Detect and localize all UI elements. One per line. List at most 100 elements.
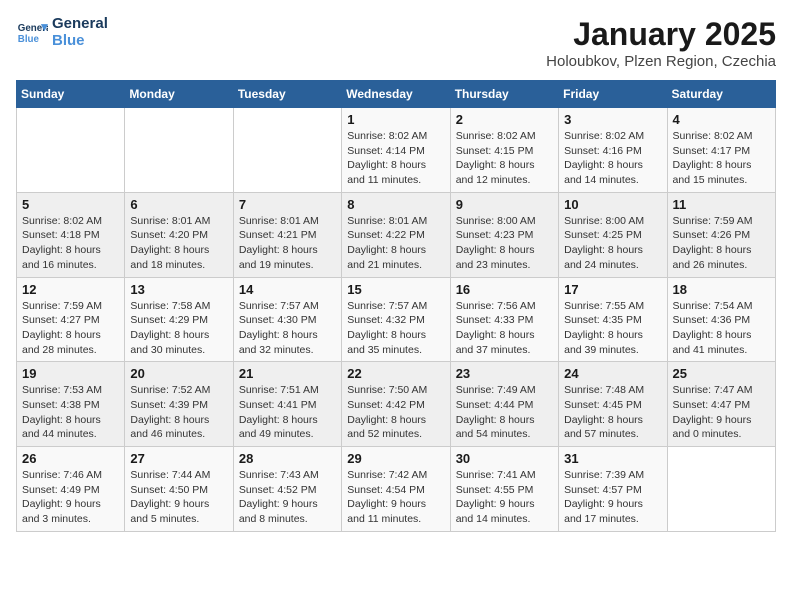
day-number: 25 bbox=[673, 366, 770, 381]
day-info: Sunrise: 7:59 AMSunset: 4:27 PMDaylight:… bbox=[22, 299, 119, 358]
logo: General Blue General Blue bbox=[16, 16, 108, 49]
calendar-subtitle: Holoubkov, Plzen Region, Czechia bbox=[546, 53, 776, 70]
day-number: 4 bbox=[673, 112, 770, 127]
calendar-cell: 29Sunrise: 7:42 AMSunset: 4:54 PMDayligh… bbox=[342, 447, 450, 532]
day-info: Sunrise: 7:42 AMSunset: 4:54 PMDaylight:… bbox=[347, 468, 444, 527]
day-info: Sunrise: 7:43 AMSunset: 4:52 PMDaylight:… bbox=[239, 468, 336, 527]
calendar-cell: 10 Sunrise: 8:00 AMSunset: 4:25 PMDayligh… bbox=[559, 192, 667, 277]
day-number: 30 bbox=[456, 451, 553, 466]
day-info: Sunrise: 7:57 AMSunset: 4:32 PMDaylight:… bbox=[347, 299, 444, 358]
calendar-cell: 27 Sunrise: 7:44 AMSunset: 4:50 PMDayligh… bbox=[125, 447, 233, 532]
calendar-cell: 4 Sunrise: 8:02 AMSunset: 4:17 PMDaylight… bbox=[667, 108, 775, 193]
calendar-week-row: 19 Sunrise: 7:53 AMSunset: 4:38 PMDayligh… bbox=[17, 362, 776, 447]
calendar-table: SundayMondayTuesdayWednesdayThursdayFrid… bbox=[16, 80, 776, 532]
day-info: Sunrise: 8:02 AMSunset: 4:15 PMDaylight:… bbox=[456, 129, 553, 188]
calendar-cell: 21 Sunrise: 7:51 AMSunset: 4:41 PMDayligh… bbox=[233, 362, 341, 447]
day-number: 3 bbox=[564, 112, 661, 127]
calendar-cell: 25Sunrise: 7:47 AMSunset: 4:47 PMDayligh… bbox=[667, 362, 775, 447]
page-header: General Blue General Blue January 2025 H… bbox=[16, 16, 776, 70]
weekday-header: Thursday bbox=[450, 81, 558, 108]
calendar-cell bbox=[233, 108, 341, 193]
calendar-cell: 26 Sunrise: 7:46 AMSunset: 4:49 PMDayligh… bbox=[17, 447, 125, 532]
day-number: 26 bbox=[22, 451, 119, 466]
day-info: Sunrise: 7:44 AMSunset: 4:50 PMDaylight:… bbox=[130, 468, 227, 527]
calendar-cell: 3 Sunrise: 8:02 AMSunset: 4:16 PMDaylight… bbox=[559, 108, 667, 193]
day-info: Sunrise: 7:48 AMSunset: 4:45 PMDaylight:… bbox=[564, 383, 661, 442]
day-info: Sunrise: 7:52 AMSunset: 4:39 PMDaylight:… bbox=[130, 383, 227, 442]
day-number: 21 bbox=[239, 366, 336, 381]
day-info: Sunrise: 8:00 AMSunset: 4:23 PMDaylight:… bbox=[456, 214, 553, 273]
day-number: 14 bbox=[239, 282, 336, 297]
calendar-cell: 24Sunrise: 7:48 AMSunset: 4:45 PMDayligh… bbox=[559, 362, 667, 447]
day-info: Sunrise: 7:53 AMSunset: 4:38 PMDaylight:… bbox=[22, 383, 119, 442]
day-info: Sunrise: 8:02 AMSunset: 4:16 PMDaylight:… bbox=[564, 129, 661, 188]
day-info: Sunrise: 8:02 AMSunset: 4:17 PMDaylight:… bbox=[673, 129, 770, 188]
day-number: 11 bbox=[673, 197, 770, 212]
day-number: 2 bbox=[456, 112, 553, 127]
day-info: Sunrise: 7:41 AMSunset: 4:55 PMDaylight:… bbox=[456, 468, 553, 527]
day-info: Sunrise: 8:02 AMSunset: 4:18 PMDaylight:… bbox=[22, 214, 119, 273]
day-number: 23 bbox=[456, 366, 553, 381]
day-info: Sunrise: 7:57 AMSunset: 4:30 PMDaylight:… bbox=[239, 299, 336, 358]
day-number: 10 bbox=[564, 197, 661, 212]
calendar-cell: 30 Sunrise: 7:41 AMSunset: 4:55 PMDayligh… bbox=[450, 447, 558, 532]
calendar-cell bbox=[125, 108, 233, 193]
calendar-cell: 2 Sunrise: 8:02 AMSunset: 4:15 PMDaylight… bbox=[450, 108, 558, 193]
title-block: January 2025 Holoubkov, Plzen Region, Cz… bbox=[546, 16, 776, 70]
day-info: Sunrise: 7:56 AMSunset: 4:33 PMDaylight:… bbox=[456, 299, 553, 358]
day-info: Sunrise: 7:46 AMSunset: 4:49 PMDaylight:… bbox=[22, 468, 119, 527]
day-number: 12 bbox=[22, 282, 119, 297]
calendar-week-row: 26 Sunrise: 7:46 AMSunset: 4:49 PMDayligh… bbox=[17, 447, 776, 532]
calendar-cell: 7 Sunrise: 8:01 AMSunset: 4:21 PMDaylight… bbox=[233, 192, 341, 277]
day-info: Sunrise: 8:01 AMSunset: 4:21 PMDaylight:… bbox=[239, 214, 336, 273]
calendar-week-row: 12 Sunrise: 7:59 AMSunset: 4:27 PMDayligh… bbox=[17, 277, 776, 362]
calendar-cell bbox=[17, 108, 125, 193]
calendar-cell: 31 Sunrise: 7:39 AMSunset: 4:57 PMDayligh… bbox=[559, 447, 667, 532]
calendar-cell: 8 Sunrise: 8:01 AMSunset: 4:22 PMDaylight… bbox=[342, 192, 450, 277]
day-number: 19 bbox=[22, 366, 119, 381]
calendar-cell: 12 Sunrise: 7:59 AMSunset: 4:27 PMDayligh… bbox=[17, 277, 125, 362]
day-number: 31 bbox=[564, 451, 661, 466]
weekday-header: Sunday bbox=[17, 81, 125, 108]
day-info: Sunrise: 7:51 AMSunset: 4:41 PMDaylight:… bbox=[239, 383, 336, 442]
day-info: Sunrise: 7:39 AMSunset: 4:57 PMDaylight:… bbox=[564, 468, 661, 527]
weekday-header: Friday bbox=[559, 81, 667, 108]
svg-text:Blue: Blue bbox=[18, 33, 40, 44]
day-number: 17 bbox=[564, 282, 661, 297]
day-info: Sunrise: 7:49 AMSunset: 4:44 PMDaylight:… bbox=[456, 383, 553, 442]
day-info: Sunrise: 8:00 AMSunset: 4:25 PMDaylight:… bbox=[564, 214, 661, 273]
calendar-cell: 16Sunrise: 7:56 AMSunset: 4:33 PMDayligh… bbox=[450, 277, 558, 362]
logo-general: General bbox=[52, 16, 108, 33]
day-number: 8 bbox=[347, 197, 444, 212]
weekday-header: Saturday bbox=[667, 81, 775, 108]
day-info: Sunrise: 7:50 AMSunset: 4:42 PMDaylight:… bbox=[347, 383, 444, 442]
day-info: Sunrise: 8:02 AMSunset: 4:14 PMDaylight:… bbox=[347, 129, 444, 188]
day-number: 18 bbox=[673, 282, 770, 297]
calendar-cell: 23 Sunrise: 7:49 AMSunset: 4:44 PMDayligh… bbox=[450, 362, 558, 447]
day-number: 15 bbox=[347, 282, 444, 297]
day-number: 5 bbox=[22, 197, 119, 212]
weekday-header-row: SundayMondayTuesdayWednesdayThursdayFrid… bbox=[17, 81, 776, 108]
calendar-cell: 9 Sunrise: 8:00 AMSunset: 4:23 PMDaylight… bbox=[450, 192, 558, 277]
day-number: 9 bbox=[456, 197, 553, 212]
calendar-cell: 1Sunrise: 8:02 AMSunset: 4:14 PMDaylight… bbox=[342, 108, 450, 193]
calendar-cell: 11Sunrise: 7:59 AMSunset: 4:26 PMDayligh… bbox=[667, 192, 775, 277]
calendar-cell: 17 Sunrise: 7:55 AMSunset: 4:35 PMDayligh… bbox=[559, 277, 667, 362]
day-number: 13 bbox=[130, 282, 227, 297]
day-info: Sunrise: 8:01 AMSunset: 4:20 PMDaylight:… bbox=[130, 214, 227, 273]
calendar-cell: 20Sunrise: 7:52 AMSunset: 4:39 PMDayligh… bbox=[125, 362, 233, 447]
day-number: 6 bbox=[130, 197, 227, 212]
day-number: 27 bbox=[130, 451, 227, 466]
weekday-header: Monday bbox=[125, 81, 233, 108]
calendar-cell: 19 Sunrise: 7:53 AMSunset: 4:38 PMDayligh… bbox=[17, 362, 125, 447]
calendar-week-row: 1Sunrise: 8:02 AMSunset: 4:14 PMDaylight… bbox=[17, 108, 776, 193]
weekday-header: Wednesday bbox=[342, 81, 450, 108]
day-info: Sunrise: 7:54 AMSunset: 4:36 PMDaylight:… bbox=[673, 299, 770, 358]
logo-blue: Blue bbox=[52, 33, 108, 50]
calendar-cell: 14 Sunrise: 7:57 AMSunset: 4:30 PMDayligh… bbox=[233, 277, 341, 362]
calendar-cell: 13Sunrise: 7:58 AMSunset: 4:29 PMDayligh… bbox=[125, 277, 233, 362]
calendar-cell: 15 Sunrise: 7:57 AMSunset: 4:32 PMDayligh… bbox=[342, 277, 450, 362]
day-info: Sunrise: 7:55 AMSunset: 4:35 PMDaylight:… bbox=[564, 299, 661, 358]
day-number: 7 bbox=[239, 197, 336, 212]
day-info: Sunrise: 8:01 AMSunset: 4:22 PMDaylight:… bbox=[347, 214, 444, 273]
